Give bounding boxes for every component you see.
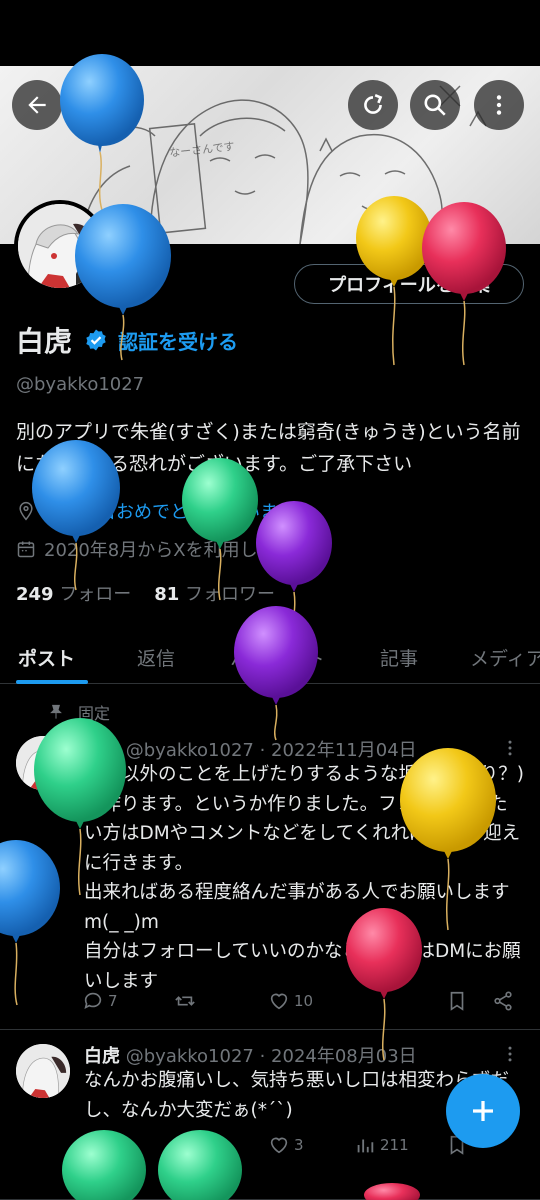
view-count: 211 [380, 1136, 409, 1154]
avatar-illustration [18, 204, 102, 288]
repost-button[interactable] [174, 990, 200, 1012]
followers-link[interactable]: 81 フォロワー [154, 584, 275, 605]
post-actions: 3 211 [82, 1134, 522, 1160]
compose-post-button[interactable] [446, 1074, 520, 1148]
like-count: 3 [294, 1136, 304, 1154]
reply-icon [84, 992, 102, 1009]
bookmark-icon [450, 991, 464, 1011]
location-pin-icon [19, 501, 33, 521]
followers-count: 81 [154, 584, 180, 605]
tab-replies[interactable]: 返信 [137, 644, 175, 671]
like-button[interactable]: 10 [268, 990, 313, 1012]
post-avatar[interactable] [16, 1044, 70, 1098]
refresh-button[interactable] [348, 80, 398, 130]
post-meta: @byakko1027 · 2024年08月03日 [125, 1046, 417, 1067]
display-name: 白虎 [16, 325, 73, 358]
birthday-row[interactable]: お誕生日おめでとうございます。 [16, 498, 312, 524]
status-bar [0, 0, 540, 66]
views-chart-icon [357, 1139, 374, 1153]
user-handle: @byakko1027 [16, 374, 145, 395]
avatar[interactable] [14, 200, 106, 292]
verified-badge-icon [86, 329, 106, 351]
views-button[interactable]: 211 [354, 1134, 409, 1156]
post-more-icon[interactable] [500, 738, 520, 758]
post-actions: 7 10 [82, 990, 522, 1016]
arrow-left-icon [28, 96, 46, 114]
followers-label: フォロワー [185, 584, 275, 605]
post-author-name[interactable]: 白虎 [84, 740, 120, 761]
search-button[interactable] [410, 80, 460, 130]
profile-bio: 別のアプリで朱雀(すざく)または窮奇(きゅうき)という名前になっている恐れがござ… [16, 421, 521, 475]
profile-tabs: ポスト 返信 ハイライト 記事 メディア [0, 630, 540, 684]
bookmark-button[interactable] [446, 990, 472, 1012]
post-header: 白虎 @byakko1027 · 2022年11月04日 [84, 736, 417, 762]
post-more-icon[interactable] [500, 1044, 520, 1064]
refresh-icon [364, 94, 383, 114]
tab-highlights[interactable]: ハイライト [230, 644, 325, 671]
post-header: 白虎 @byakko1027 · 2024年08月03日 [84, 1042, 417, 1068]
tab-posts[interactable]: ポスト [18, 644, 75, 671]
edit-profile-button[interactable]: プロフィールを編集 [294, 264, 524, 304]
tab-media[interactable]: メディア [470, 644, 540, 671]
calendar-icon [17, 541, 35, 558]
share-icon [494, 991, 512, 1011]
repost-icon [175, 996, 195, 1006]
post-author-name[interactable]: 白虎 [84, 1046, 120, 1067]
search-icon [424, 94, 446, 116]
svg-text:なーさんです: なーさんです [169, 140, 235, 160]
heart-icon [270, 1137, 288, 1154]
following-link[interactable]: 249 フォロー [16, 584, 131, 605]
birthday-text: お誕生日おめでとうございます。 [44, 502, 313, 523]
like-count: 10 [294, 992, 314, 1010]
joined-row: 2020年8月からXを利用しています [16, 536, 329, 562]
get-verified-link[interactable]: 認証を受ける [118, 326, 238, 355]
avatar-illustration [16, 736, 70, 790]
post-text: 配信以外のことを上げたりするような垢(実写あり？)を作ります。というか作りました… [84, 764, 524, 992]
share-button[interactable] [492, 990, 518, 1012]
more-vertical-icon [496, 95, 502, 115]
post[interactable]: 白虎 @byakko1027 · 2022年11月04日 配信以外のことを上げた… [0, 686, 540, 1030]
avatar-illustration [16, 1044, 70, 1098]
post-meta: @byakko1027 · 2022年11月04日 [125, 740, 417, 761]
plus-icon [473, 1101, 493, 1121]
reply-button[interactable]: 7 [82, 990, 118, 1012]
reply-count: 7 [108, 992, 118, 1010]
post-avatar[interactable] [16, 736, 70, 790]
like-button[interactable]: 3 [268, 1134, 304, 1156]
joined-text: 2020年8月からXを利用しています [44, 540, 330, 561]
more-button[interactable] [474, 80, 524, 130]
back-button[interactable] [12, 80, 62, 130]
following-label: フォロー [59, 584, 132, 605]
following-count: 249 [16, 584, 54, 605]
active-tab-indicator [16, 680, 88, 684]
follow-stats: 249 フォロー 81 フォロワー [16, 580, 275, 606]
tab-articles[interactable]: 記事 [380, 644, 418, 671]
heart-icon [270, 993, 288, 1010]
